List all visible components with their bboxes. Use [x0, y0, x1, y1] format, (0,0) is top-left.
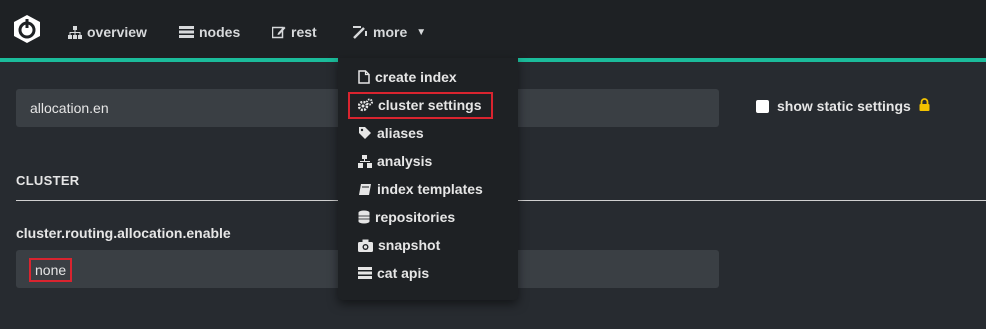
menu-item-index-templates[interactable]: index templates: [358, 178, 483, 200]
show-static-settings-checkbox[interactable]: [756, 99, 769, 113]
edit-icon: [272, 25, 286, 39]
menu-item-create-index[interactable]: create index: [358, 66, 457, 88]
setting-name: cluster.routing.allocation.enable: [16, 225, 231, 241]
top-navbar: overview nodes rest more ▼: [0, 0, 986, 58]
caret-down-icon: ▼: [416, 26, 427, 38]
list-icon: [179, 26, 194, 38]
nav-overview-label: overview: [87, 24, 147, 40]
nav-rest-label: rest: [291, 24, 317, 40]
nav-rest[interactable]: rest: [272, 22, 317, 42]
tag-icon: [358, 126, 372, 140]
menu-item-aliases[interactable]: aliases: [358, 122, 424, 144]
menu-item-label: cat apis: [377, 265, 430, 281]
settings-filter-value: allocation.en: [30, 100, 109, 116]
cerebro-logo-icon[interactable]: [12, 14, 42, 44]
lock-icon: [919, 98, 930, 114]
nav-nodes-label: nodes: [199, 24, 241, 40]
menu-item-repositories[interactable]: repositories: [358, 206, 455, 228]
menu-item-label: analysis: [377, 153, 433, 169]
menu-item-snapshot[interactable]: snapshot: [358, 234, 440, 256]
setting-value-highlighted: none: [29, 258, 73, 282]
show-static-settings-toggle[interactable]: show static settings: [756, 98, 930, 114]
list-icon: [358, 267, 372, 279]
menu-item-analysis[interactable]: analysis: [358, 150, 432, 172]
cluster-settings-highlight-box: [348, 92, 493, 119]
magic-wand-icon: [353, 25, 368, 39]
menu-item-label: index templates: [377, 181, 483, 197]
menu-item-label: snapshot: [378, 237, 441, 253]
nav-more-dropdown[interactable]: more ▼: [353, 22, 426, 42]
sitemap-icon: [358, 154, 372, 168]
menu-item-label: create index: [375, 69, 457, 85]
camera-icon: [358, 239, 373, 252]
nav-overview[interactable]: overview: [68, 22, 147, 42]
menu-item-cat-apis[interactable]: cat apis: [358, 262, 429, 284]
cluster-section-title: CLUSTER: [16, 173, 80, 188]
setting-value-text: none: [35, 262, 67, 278]
nav-more-label: more: [373, 24, 408, 40]
menu-item-label: aliases: [377, 125, 424, 141]
show-static-settings-label: show static settings: [777, 98, 911, 114]
nav-nodes[interactable]: nodes: [179, 22, 240, 42]
database-icon: [358, 210, 370, 224]
file-icon: [358, 70, 370, 84]
sitemap-icon: [68, 25, 82, 39]
book-icon: [358, 183, 372, 196]
menu-item-label: repositories: [375, 209, 456, 225]
